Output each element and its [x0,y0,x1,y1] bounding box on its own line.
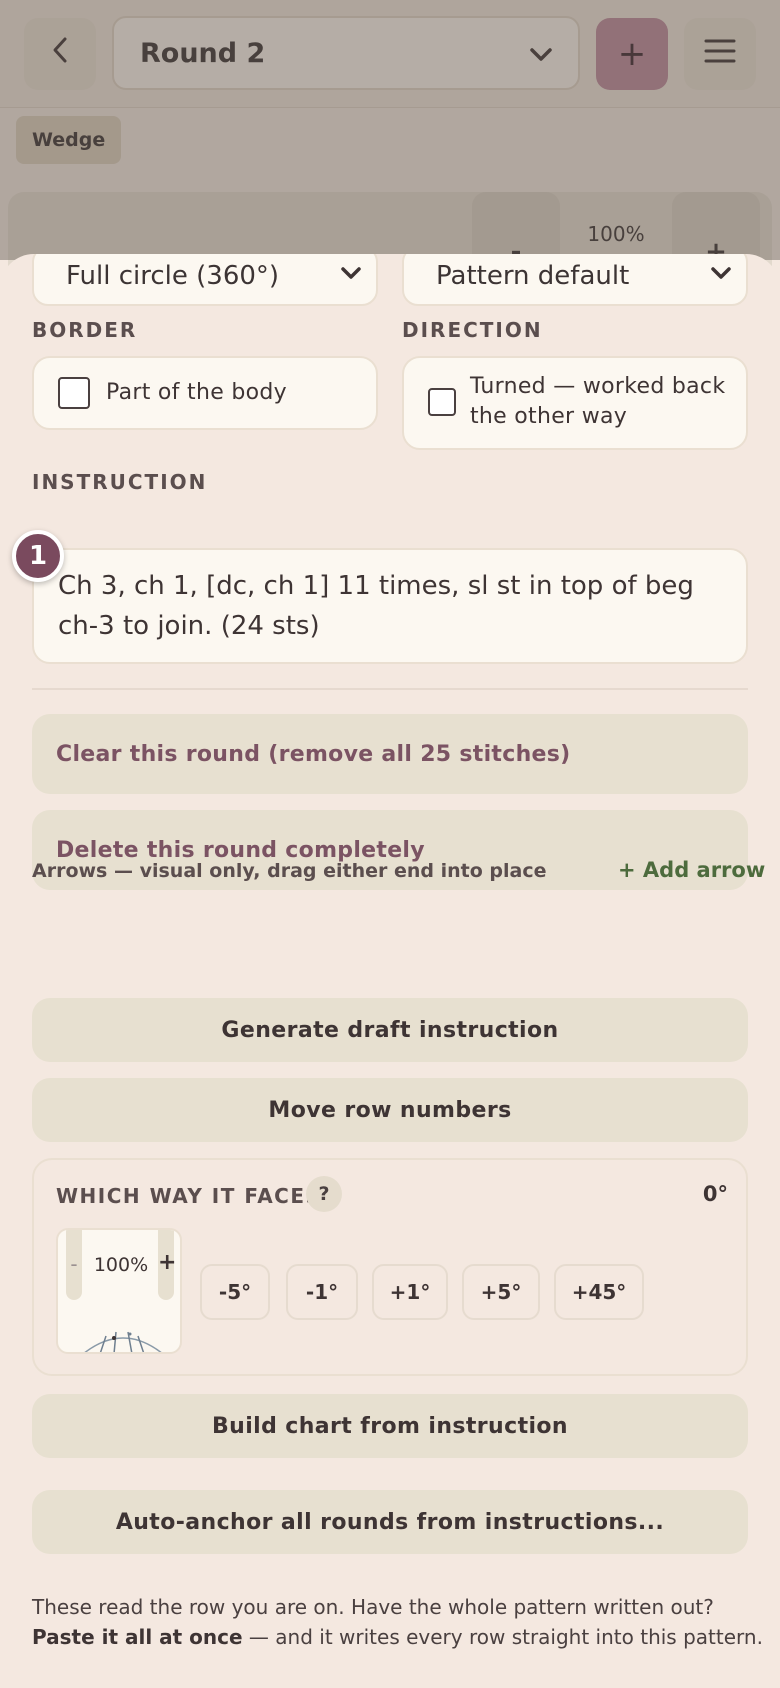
turned-label-line2: the other way [470,404,628,429]
border-label: BORDER [32,318,138,342]
add-arrow-link[interactable]: + Add arrow [618,858,765,882]
footer-line2-rest: — and it writes every row straight into … [242,1625,763,1649]
clear-round-button[interactable]: Clear this round (remove all 25 stitches… [32,714,748,794]
mini-zoom-level: 100% [93,1254,149,1276]
chevron-down-icon [710,261,732,291]
instruction-textarea[interactable]: Ch 3, ch 1, [dc, ch 1] 11 times, sl st i… [32,548,748,664]
footer-note: These read the row you are on. Have the … [32,1592,772,1652]
mini-chart-preview-icon [84,1331,162,1352]
mini-zoom-in-button[interactable]: + [158,1230,176,1300]
rotate-minus-1-button[interactable]: -1° [286,1264,358,1320]
auto-anchor-button[interactable]: Auto-anchor all rounds from instructions… [32,1490,748,1554]
facing-label: WHICH WAY IT FACES [56,1184,322,1208]
move-row-numbers-button[interactable]: Move row numbers [32,1078,748,1142]
border-option[interactable]: Part of the body [32,356,378,430]
direction-option[interactable]: Turned — worked back the other way [402,356,748,450]
help-icon[interactable]: ? [306,1176,342,1212]
generate-draft-button[interactable]: Generate draft instruction [32,998,748,1062]
part-of-body-checkbox[interactable] [58,377,90,409]
rotate-plus-1-button[interactable]: +1° [372,1264,448,1320]
arrows-note: Arrows — visual only, drag either end in… [32,860,547,882]
modal-scrim[interactable] [0,0,780,260]
facing-value: 0° [702,1182,728,1206]
round-number-badge: 1 [12,530,64,582]
direction-label: DIRECTION [402,318,543,342]
turned-checkbox[interactable] [428,388,456,416]
turned-label-line1: Turned — worked back [470,374,726,399]
footer-line1: These read the row you are on. Have the … [32,1595,714,1619]
span-select-value: Full circle (360°) [66,261,280,291]
build-chart-button[interactable]: Build chart from instruction [32,1394,748,1458]
footer-line2: Paste it all at once — and it writes eve… [32,1622,772,1652]
chevron-down-icon [340,261,362,291]
instruction-label: INSTRUCTION [32,470,208,494]
mini-zoom-out-button[interactable]: - [66,1230,82,1300]
round-settings-sheet: Full circle (360°) Pattern default BORDE… [0,254,780,1688]
facing-panel: WHICH WAY IT FACES ? 0° - 100% + -5° -1°… [32,1158,748,1376]
mini-preview[interactable]: - 100% + [56,1228,182,1354]
style-select[interactable]: Pattern default [402,254,748,306]
divider [32,688,748,690]
background-app: Round 2 + Wedge - 100% + [0,0,780,282]
rotate-plus-5-button[interactable]: +5° [462,1264,540,1320]
rotate-plus-45-button[interactable]: +45° [554,1264,644,1320]
span-select[interactable]: Full circle (360°) [32,254,378,306]
paste-all-link[interactable]: Paste it all at once [32,1625,243,1649]
style-select-value: Pattern default [436,261,630,291]
rotate-minus-5-button[interactable]: -5° [200,1264,270,1320]
part-of-body-label: Part of the body [106,380,287,405]
